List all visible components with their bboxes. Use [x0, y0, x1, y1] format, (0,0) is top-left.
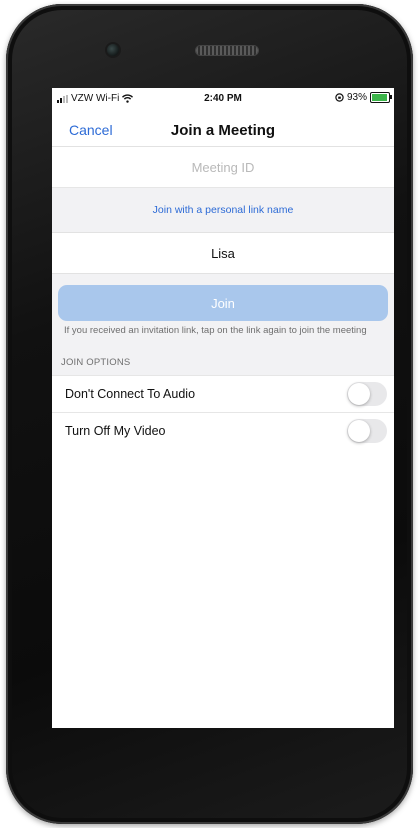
- option-dont-connect-audio: Don't Connect To Audio: [52, 375, 394, 412]
- video-toggle[interactable]: [347, 419, 387, 443]
- personal-link-name-link[interactable]: Join with a personal link name: [52, 188, 394, 233]
- join-options-header: JOIN OPTIONS: [61, 356, 131, 368]
- battery-fill: [372, 94, 388, 101]
- option-turn-off-video: Turn Off My Video: [52, 412, 394, 449]
- navigation-bar: Cancel Join a Meeting: [52, 110, 394, 147]
- earpiece-speaker: [196, 46, 258, 55]
- status-right: 93%: [335, 92, 392, 103]
- option-label: Turn Off My Video: [65, 424, 166, 438]
- meeting-id-row: [52, 147, 394, 188]
- empty-area: [52, 449, 394, 699]
- options-band: Join with a personal link name Lisa Join…: [52, 188, 394, 375]
- meeting-id-input[interactable]: [52, 158, 394, 176]
- toggle-knob: [348, 383, 370, 405]
- audio-toggle[interactable]: [347, 382, 387, 406]
- option-label: Don't Connect To Audio: [65, 387, 196, 401]
- join-button[interactable]: Join: [58, 285, 388, 321]
- battery-percent: 93%: [346, 92, 367, 103]
- phone-frame: VZW Wi-Fi 2:40 PM 93% Cancel Join a Meet…: [6, 4, 413, 824]
- status-bar: VZW Wi-Fi 2:40 PM 93%: [52, 88, 394, 110]
- toggle-knob: [348, 420, 370, 442]
- battery-icon: [370, 92, 392, 103]
- front-camera: [107, 44, 119, 56]
- screen: VZW Wi-Fi 2:40 PM 93% Cancel Join a Meet…: [52, 88, 394, 728]
- join-area: Join If you received an invitation link,…: [52, 274, 394, 349]
- cancel-button[interactable]: Cancel: [69, 122, 113, 138]
- display-name-field[interactable]: Lisa: [52, 233, 394, 274]
- orientation-lock-icon: [335, 93, 344, 102]
- invitation-helper-text: If you received an invitation link, tap …: [64, 325, 367, 336]
